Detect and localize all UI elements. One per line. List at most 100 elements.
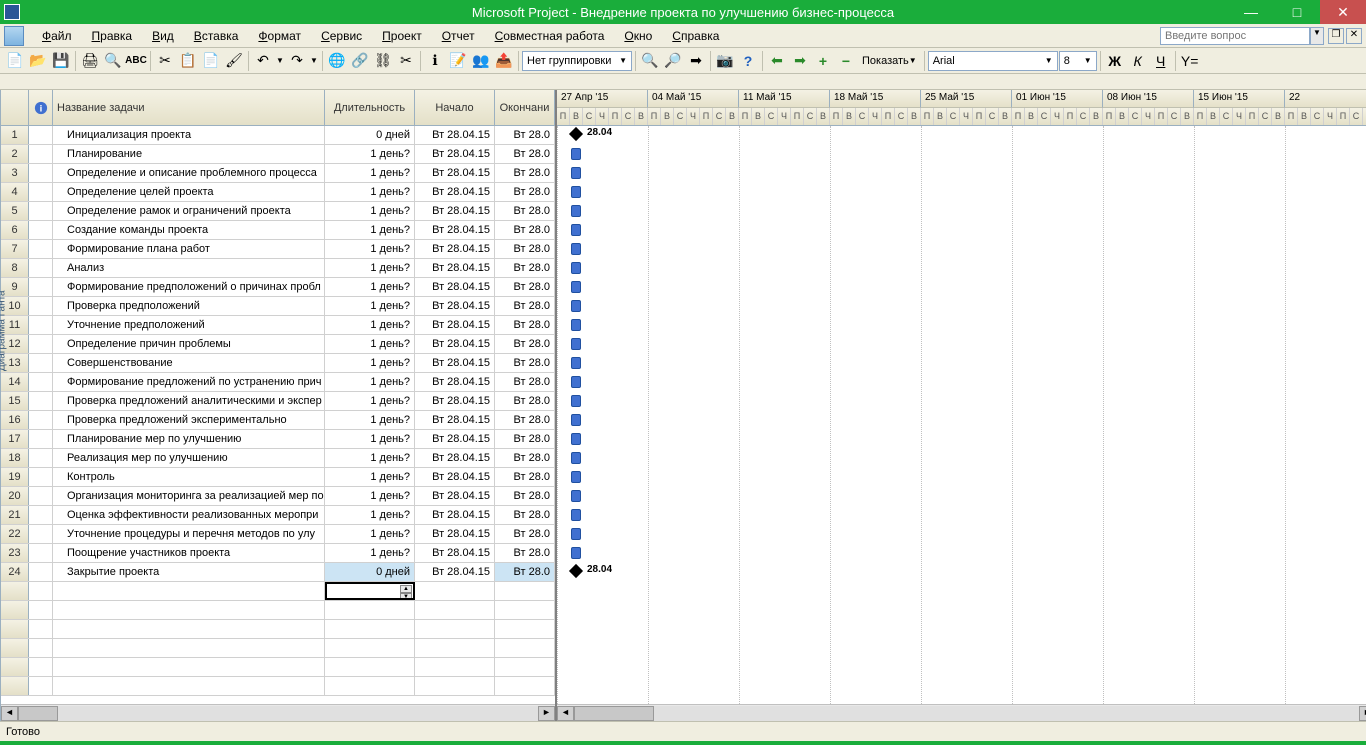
row-number[interactable]: 4 [1, 183, 29, 201]
cell-duration-editing[interactable]: ▲▼ [325, 582, 415, 600]
table-row[interactable]: 17Планирование мер по улучшению1 день?Вт… [1, 430, 555, 449]
cell-start[interactable]: Вт 28.04.15 [415, 240, 495, 258]
cell-finish[interactable]: Вт 28.0 [495, 411, 555, 429]
cell-finish[interactable]: Вт 28.0 [495, 126, 555, 144]
new-icon[interactable]: 📄 [4, 50, 26, 72]
gantt-hscroll[interactable]: ◄ ► [557, 704, 1366, 721]
cell-start[interactable]: Вт 28.04.15 [415, 164, 495, 182]
show-subtasks-icon[interactable]: + [812, 50, 834, 72]
filter-icon[interactable]: Y= [1179, 50, 1201, 72]
row-number[interactable]: 3 [1, 164, 29, 182]
cell-name[interactable]: Планирование мер по улучшению [53, 430, 325, 448]
cell-finish[interactable]: Вт 28.0 [495, 525, 555, 543]
row-info[interactable] [29, 126, 53, 144]
row-info[interactable] [29, 316, 53, 334]
close-child-button[interactable]: ✕ [1346, 28, 1362, 44]
gantt-milestone[interactable] [569, 127, 583, 141]
cell-duration[interactable]: 1 день? [325, 297, 415, 315]
gantt-taskbar[interactable] [571, 547, 581, 559]
table-row[interactable] [1, 620, 555, 639]
row-number[interactable]: 21 [1, 506, 29, 524]
row-info[interactable] [29, 202, 53, 220]
menu-отчет[interactable]: Отчет [432, 27, 485, 45]
cell-duration[interactable]: 1 день? [325, 145, 415, 163]
gantt-scroll-left-icon[interactable]: ◄ [557, 706, 574, 721]
cell-duration[interactable]: 1 день? [325, 240, 415, 258]
cell-finish[interactable]: Вт 28.0 [495, 183, 555, 201]
cell-name[interactable]: Проверка предположений [53, 297, 325, 315]
underline-button[interactable]: Ч [1150, 50, 1172, 72]
cell-finish[interactable]: Вт 28.0 [495, 278, 555, 296]
table-row[interactable] [1, 677, 555, 696]
cell-finish[interactable]: Вт 28.0 [495, 297, 555, 315]
row-info[interactable] [29, 582, 53, 600]
gantt-taskbar[interactable] [571, 319, 581, 331]
table-row[interactable]: 3Определение и описание проблемного проц… [1, 164, 555, 183]
insert-hyperlink-icon[interactable]: 🌐 [326, 50, 348, 72]
cell-duration[interactable]: 1 день? [325, 506, 415, 524]
cell-finish[interactable]: Вт 28.0 [495, 316, 555, 334]
cell-finish[interactable]: Вт 28.0 [495, 487, 555, 505]
publish-icon[interactable]: 📤 [493, 50, 515, 72]
gantt-taskbar[interactable] [571, 281, 581, 293]
cell-duration[interactable]: 1 день? [325, 487, 415, 505]
row-info[interactable] [29, 468, 53, 486]
menu-вид[interactable]: Вид [142, 27, 184, 45]
row-number[interactable] [1, 601, 29, 619]
font-name-combo[interactable]: Arial▼ [928, 51, 1058, 71]
cell-start[interactable]: Вт 28.04.15 [415, 354, 495, 372]
menu-проект[interactable]: Проект [372, 27, 432, 45]
cell-start[interactable]: Вт 28.04.15 [415, 392, 495, 410]
cell-start[interactable]: Вт 28.04.15 [415, 221, 495, 239]
cell-duration[interactable]: 1 день? [325, 411, 415, 429]
cell-name[interactable]: Планирование [53, 145, 325, 163]
copy-icon[interactable]: 📋 [177, 50, 199, 72]
assign-resources-icon[interactable]: 👥 [470, 50, 492, 72]
table-row[interactable]: ▲▼ [1, 582, 555, 601]
menu-окно[interactable]: Окно [614, 27, 662, 45]
table-row[interactable]: 24Закрытие проекта0 днейВт 28.04.15Вт 28… [1, 563, 555, 582]
cell-finish[interactable]: Вт 28.0 [495, 221, 555, 239]
cell-name[interactable]: Реализация мер по улучшению [53, 449, 325, 467]
header-finish[interactable]: Окончани [495, 90, 555, 125]
gantt-taskbar[interactable] [571, 490, 581, 502]
cell-finish[interactable]: Вт 28.0 [495, 563, 555, 581]
cell-name[interactable]: Проверка предложений экспериментально [53, 411, 325, 429]
cell-name[interactable]: Контроль [53, 468, 325, 486]
gantt-milestone[interactable] [569, 564, 583, 578]
row-number[interactable]: 14 [1, 373, 29, 391]
cell-finish[interactable]: Вт 28.0 [495, 354, 555, 372]
row-info[interactable] [29, 506, 53, 524]
table-row[interactable]: 14 Формирование предложений по устранению… [1, 373, 555, 392]
cell-name[interactable]: Определение целей проекта [53, 183, 325, 201]
cell-name[interactable]: Совершенствование [53, 354, 325, 372]
row-number[interactable]: 22 [1, 525, 29, 543]
cell-start[interactable]: Вт 28.04.15 [415, 411, 495, 429]
gantt-taskbar[interactable] [571, 528, 581, 540]
row-number[interactable]: 7 [1, 240, 29, 258]
gantt-taskbar[interactable] [571, 357, 581, 369]
cell-name[interactable]: Анализ [53, 259, 325, 277]
gantt-taskbar[interactable] [571, 395, 581, 407]
cell-start[interactable]: Вт 28.04.15 [415, 126, 495, 144]
format-painter-icon[interactable]: 🖌 [223, 50, 245, 72]
table-hscroll[interactable]: ◄ ► [1, 704, 555, 721]
table-row[interactable]: 19Контроль1 день?Вт 28.04.15Вт 28.0 [1, 468, 555, 487]
cell-start[interactable]: Вт 28.04.15 [415, 525, 495, 543]
task-info-icon[interactable]: ℹ [424, 50, 446, 72]
row-info[interactable] [29, 525, 53, 543]
row-info[interactable] [29, 411, 53, 429]
row-info[interactable] [29, 259, 53, 277]
table-row[interactable]: 23Поощрение участников проекта1 день?Вт … [1, 544, 555, 563]
gantt-taskbar[interactable] [571, 452, 581, 464]
cell-start[interactable]: Вт 28.04.15 [415, 544, 495, 562]
table-row[interactable]: 10Проверка предположений1 день?Вт 28.04.… [1, 297, 555, 316]
cell-name[interactable]: Формирование предложений по устранению п… [53, 373, 325, 391]
menu-файл[interactable]: Файл [32, 27, 82, 45]
cell-start[interactable]: Вт 28.04.15 [415, 202, 495, 220]
help-search-input[interactable] [1160, 27, 1310, 45]
header-name[interactable]: Название задачи [53, 90, 325, 125]
table-row[interactable]: 6Создание команды проекта1 день?Вт 28.04… [1, 221, 555, 240]
cell-finish[interactable]: Вт 28.0 [495, 449, 555, 467]
table-row[interactable]: 15Проверка предложений аналитическими и … [1, 392, 555, 411]
